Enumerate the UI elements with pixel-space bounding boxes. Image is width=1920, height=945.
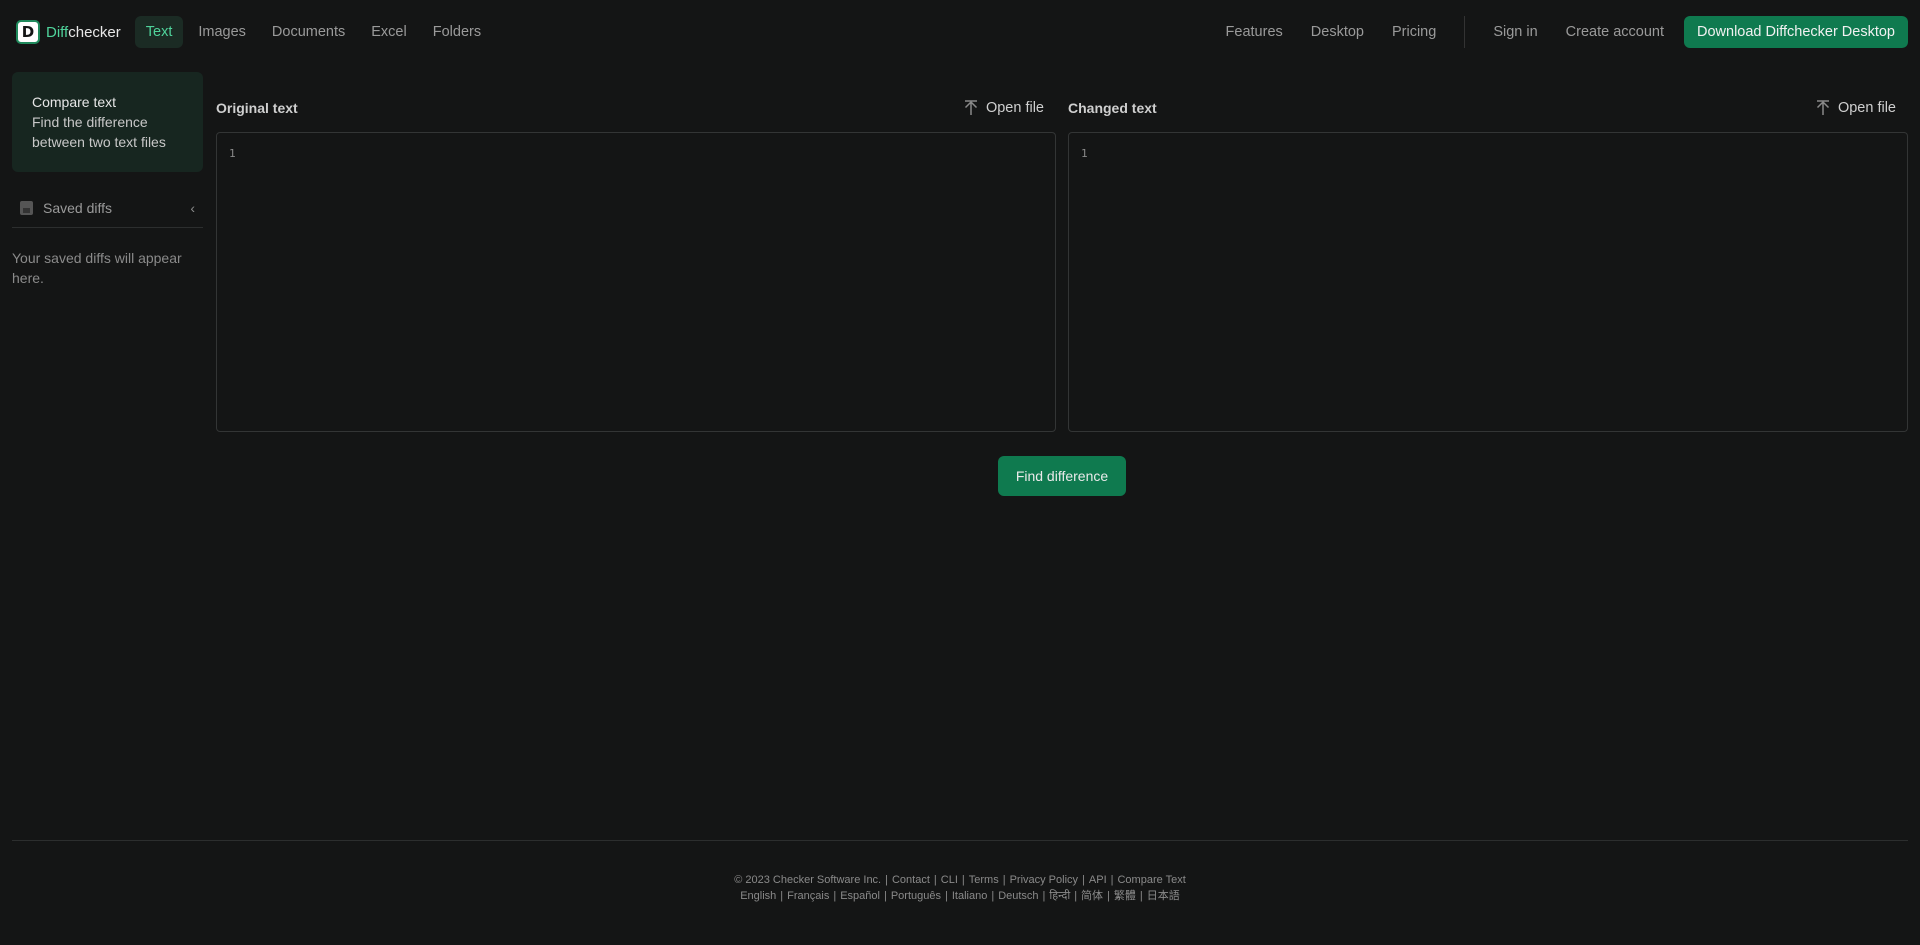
open-file-button-right[interactable]: Open file: [1816, 100, 1896, 116]
open-file-label-right: Open file: [1837, 100, 1896, 116]
logo-text: Diffchecker: [46, 23, 121, 41]
footer-link-api[interactable]: API: [1089, 874, 1107, 886]
footer-link-contact[interactable]: Contact: [892, 874, 930, 886]
changed-text-editor[interactable]: 1: [1068, 132, 1908, 432]
compare-card-title: Compare text: [32, 94, 117, 110]
nav-images[interactable]: Images: [187, 16, 257, 48]
compare-card-subtitle: Find the difference between two text fil…: [32, 114, 166, 150]
line-number: 1: [1081, 147, 1088, 160]
lang-german[interactable]: Deutsch: [998, 890, 1038, 902]
download-desktop-button[interactable]: Download Diffchecker Desktop: [1684, 16, 1908, 48]
saved-diffs-empty-message: Your saved diffs will appear here.: [12, 250, 182, 286]
lang-english[interactable]: English: [740, 890, 776, 902]
nav-divider: [1464, 16, 1466, 48]
lang-portuguese[interactable]: Português: [891, 890, 941, 902]
create-account-link[interactable]: Create account: [1552, 16, 1678, 48]
lang-french[interactable]: Français: [787, 890, 829, 902]
diffchecker-logo[interactable]: D Diffchecker: [16, 20, 121, 44]
original-text-editor[interactable]: 1: [216, 132, 1056, 432]
footer: © 2023 Checker Software Inc. | Contact | CLI…: [0, 872, 1920, 904]
logo-icon: D: [16, 20, 40, 44]
open-file-label-left: Open file: [985, 100, 1044, 116]
lang-simplified-chinese[interactable]: 简体: [1081, 890, 1103, 902]
chevron-left-icon: ‹: [190, 199, 195, 216]
compare-text-card[interactable]: Compare text Find the difference between…: [12, 72, 203, 172]
lang-hindi[interactable]: हिन्दी: [1049, 890, 1070, 902]
lang-japanese[interactable]: 日本語: [1147, 890, 1180, 902]
footer-link-terms[interactable]: Terms: [969, 874, 999, 886]
upload-icon: [964, 100, 977, 115]
footer-languages-row: English | Français | Español | Português | Itali…: [740, 890, 1180, 902]
nav-pricing[interactable]: Pricing: [1378, 16, 1450, 48]
find-difference-button[interactable]: Find difference: [998, 456, 1126, 496]
footer-links-row: © 2023 Checker Software Inc. | Contact | CLI…: [734, 874, 1186, 886]
lang-traditional-chinese[interactable]: 繁體: [1114, 890, 1136, 902]
line-number: 1: [229, 147, 236, 160]
footer-link-cli[interactable]: CLI: [941, 874, 958, 886]
changed-text-panel: Changed text Open file 1: [1068, 96, 1908, 432]
lang-spanish[interactable]: Español: [840, 890, 880, 902]
footer-link-compare-text[interactable]: Compare Text: [1117, 874, 1185, 886]
top-header: D Diffchecker Text Images Documents Exce…: [0, 0, 1920, 64]
open-file-button-left[interactable]: Open file: [964, 100, 1044, 116]
right-nav: Features Desktop Pricing Sign in Create …: [1212, 16, 1908, 48]
saved-diffs-toggle[interactable]: Saved diffs ‹: [12, 188, 203, 228]
lang-italian[interactable]: Italiano: [952, 890, 987, 902]
nav-text[interactable]: Text: [134, 16, 184, 48]
footer-divider: [12, 840, 1908, 841]
upload-icon: [1816, 100, 1829, 115]
original-text-panel: Original text Open file 1: [216, 96, 1056, 432]
sign-in-link[interactable]: Sign in: [1479, 16, 1551, 48]
nav-folders[interactable]: Folders: [422, 16, 492, 48]
original-text-title: Original text: [216, 100, 298, 116]
footer-link-privacy[interactable]: Privacy Policy: [1010, 874, 1078, 886]
nav-desktop[interactable]: Desktop: [1297, 16, 1378, 48]
sidebar: Compare text Find the difference between…: [12, 72, 203, 288]
nav-documents[interactable]: Documents: [261, 16, 356, 48]
copyright-text: © 2023 Checker Software Inc.: [734, 874, 882, 886]
nav-features[interactable]: Features: [1212, 16, 1297, 48]
floppy-disk-icon: [20, 200, 33, 215]
changed-text-title: Changed text: [1068, 100, 1157, 116]
nav-excel[interactable]: Excel: [360, 16, 417, 48]
main-nav: Text Images Documents Excel Folders: [134, 16, 492, 48]
saved-diffs-label: Saved diffs: [43, 199, 113, 216]
